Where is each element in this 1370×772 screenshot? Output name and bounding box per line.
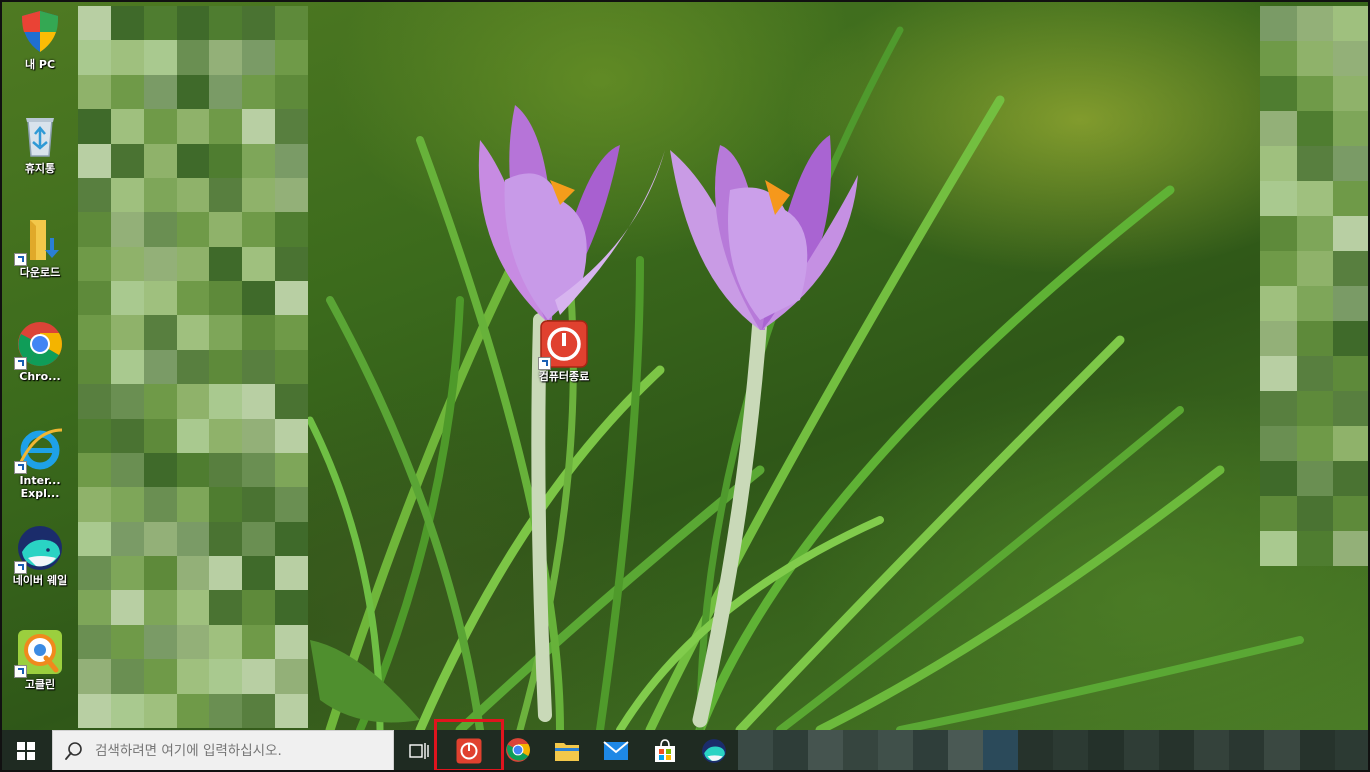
taskbar-mail-button[interactable] [592, 730, 640, 772]
desktop-icon-goclean[interactable]: 고클린 [5, 628, 75, 691]
recycle-bin-icon [16, 112, 64, 160]
start-button[interactable] [2, 730, 50, 772]
shortcut-arrow-icon [14, 665, 27, 678]
naver-whale-icon [14, 524, 64, 574]
windows-logo-icon [17, 742, 35, 760]
desktop-icon-naver-whale[interactable]: 네이버 웨일 [5, 524, 75, 587]
desktop-icon-recycle-bin[interactable]: 휴지통 [5, 112, 75, 175]
shortcut-arrow-icon [14, 253, 27, 266]
downloads-folder-icon [14, 216, 64, 266]
folder-icon [555, 743, 579, 761]
desktop-icon-downloads[interactable]: 다운로드 [5, 216, 75, 279]
search-input[interactable] [93, 742, 377, 760]
shortcut-arrow-icon [538, 357, 551, 370]
taskbar-search-box[interactable] [52, 730, 394, 772]
taskbar-running-apps-pixelated [738, 730, 1018, 772]
taskbar-file-explorer-button[interactable] [543, 730, 591, 772]
internet-explorer-icon [14, 424, 64, 474]
desktop-icon-chrome[interactable]: Chro... [5, 320, 75, 383]
shortcut-arrow-icon [14, 461, 27, 474]
taskbar-store-button[interactable] [641, 730, 689, 772]
taskbar-whale-button[interactable] [690, 730, 738, 772]
desktop-icon-internet-explorer[interactable]: Inter... Expl... [5, 424, 75, 500]
chrome-icon [14, 320, 64, 370]
task-view-icon [409, 743, 429, 759]
desktop-icon-shutdown[interactable]: 컴퓨터종료 [529, 320, 599, 383]
mail-icon [603, 741, 629, 760]
shortcut-arrow-icon [14, 357, 27, 370]
this-pc-icon [16, 8, 64, 56]
desktop-wallpaper [0, 0, 1370, 730]
naver-whale-icon [702, 739, 726, 763]
chrome-icon [506, 738, 530, 762]
taskbar-tray-pixelated [1018, 730, 1370, 772]
goclean-icon [14, 628, 64, 678]
pixelated-strip-left [78, 6, 308, 728]
taskbar [0, 730, 1370, 772]
shutdown-icon [538, 320, 588, 370]
desktop-icon-this-pc[interactable]: 내 PC [5, 8, 75, 71]
shortcut-arrow-icon [14, 561, 27, 574]
store-icon [655, 739, 675, 762]
shutdown-highlight-box [434, 719, 504, 772]
search-icon [65, 742, 82, 760]
pixelated-strip-right [1260, 6, 1370, 566]
